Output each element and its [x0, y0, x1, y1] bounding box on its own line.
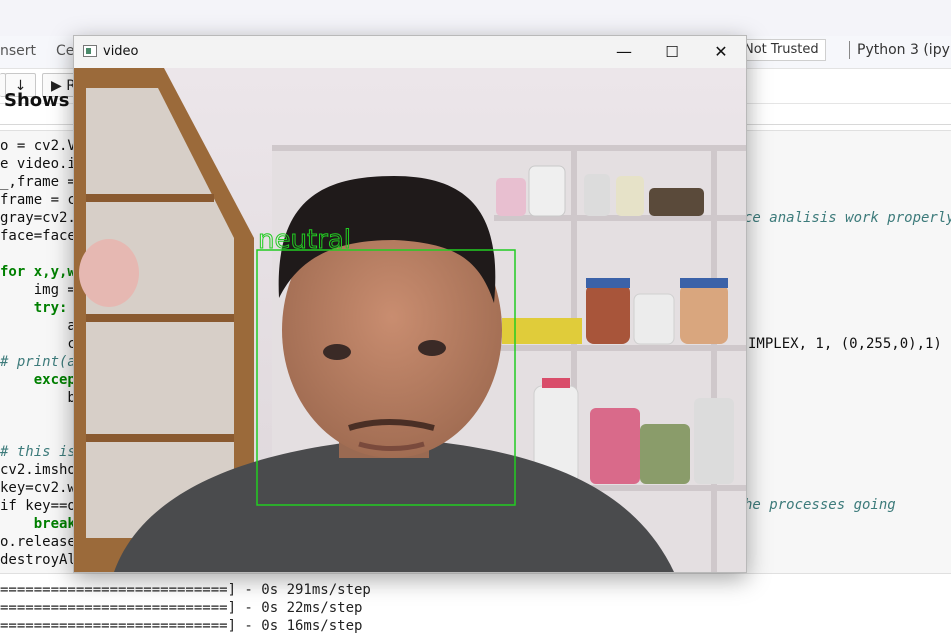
minimize-button[interactable]: —: [601, 36, 647, 68]
code-line: o.release: [0, 534, 76, 550]
minimize-icon: —: [616, 42, 632, 61]
code-line: frame = c: [0, 192, 76, 208]
code-puttext-args: IMPLEX, 1, (0,255,0),1): [748, 336, 942, 352]
code-comment-right-2: he processes going: [744, 497, 896, 513]
menu-insert[interactable]: nsert: [0, 43, 36, 59]
code-line: # this is: [0, 444, 76, 460]
video-frame: neutral: [74, 68, 746, 572]
code-line: key=cv2.w: [0, 480, 76, 496]
code-line: gray=cv2.: [0, 210, 76, 226]
code-line: for x,y,w: [0, 264, 76, 280]
menu-cell[interactable]: Ce: [56, 43, 74, 59]
window-app-icon: [83, 45, 97, 57]
maximize-icon: ☐: [665, 43, 679, 61]
code-line: _,frame =: [0, 174, 76, 190]
code-line: face=face: [0, 228, 76, 244]
code-line: try:: [0, 300, 68, 316]
code-line: e video.i: [0, 156, 76, 172]
kernel-separator: [849, 41, 850, 59]
code-line: excep: [0, 372, 76, 388]
markdown-heading: Shows: [4, 90, 70, 111]
trust-badge[interactable]: Not Trusted: [735, 39, 826, 61]
emotion-label: neutral: [258, 225, 351, 255]
code-line: cv2.imsho: [0, 462, 76, 478]
code-line: destroyAl: [0, 552, 76, 568]
video-window[interactable]: video — ☐ ✕ neutral: [73, 35, 747, 573]
code-comment-right-1: ce analisis work properly: [744, 210, 951, 226]
code-line: b: [0, 390, 76, 406]
code-line: # print(a: [0, 354, 76, 370]
code-line: c: [0, 336, 76, 352]
webcam-image: neutral: [74, 68, 746, 572]
code-line: o = cv2.V: [0, 138, 76, 154]
kernel-name[interactable]: Python 3 (ipyke: [857, 42, 951, 58]
output-line-2: ===========================] - 0s 22ms/s…: [0, 600, 363, 616]
code-line: if key==o: [0, 498, 76, 514]
maximize-button[interactable]: ☐: [649, 36, 695, 68]
code-line: break: [0, 516, 76, 532]
code-line: img =: [0, 282, 76, 298]
browser-header: [0, 0, 951, 36]
output-line-3: ===========================] - 0s 16ms/s…: [0, 618, 363, 634]
code-line: a: [0, 318, 76, 334]
close-button[interactable]: ✕: [698, 36, 744, 68]
video-titlebar[interactable]: video — ☐ ✕: [74, 36, 746, 68]
output-line-1: ===========================] - 0s 291ms/…: [0, 582, 371, 598]
close-icon: ✕: [714, 42, 728, 61]
window-title: video: [103, 44, 139, 59]
